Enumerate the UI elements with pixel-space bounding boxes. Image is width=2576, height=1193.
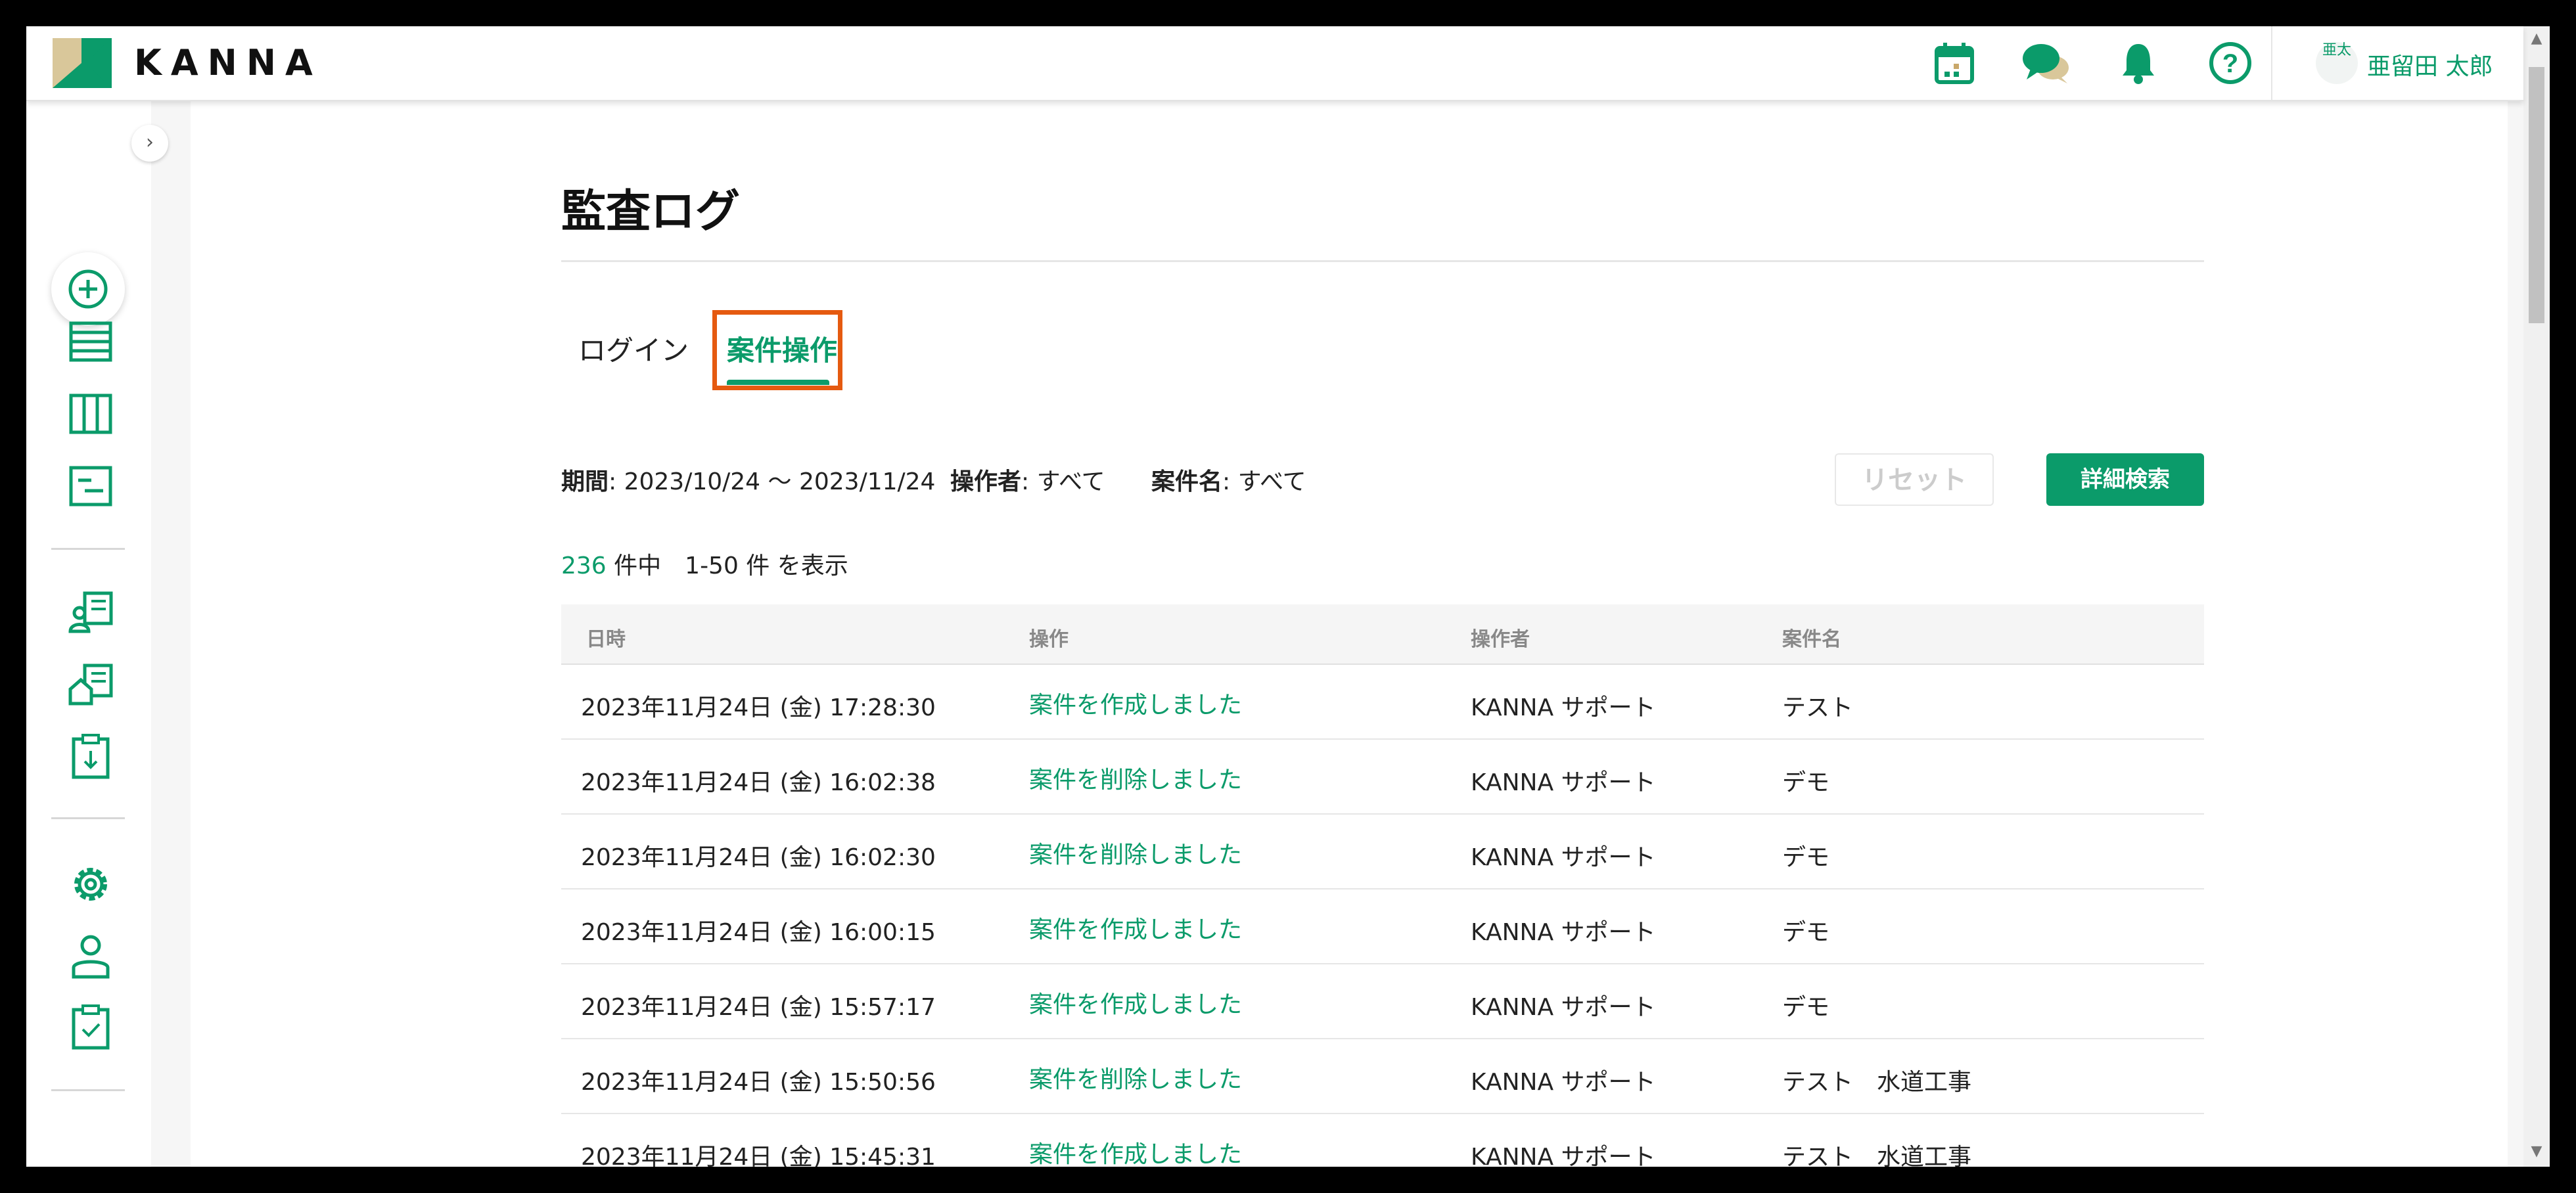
scroll-up-icon[interactable]: ▲: [2523, 30, 2550, 47]
cell-datetime: 2023年11月24日 (金) 17:28:30: [581, 694, 936, 721]
cell-project: デモ: [1782, 844, 1830, 871]
header-divider: [2271, 26, 2272, 100]
gear-icon[interactable]: [62, 855, 120, 913]
help-icon[interactable]: ?: [2205, 38, 2255, 88]
brand-name: KANNA: [134, 42, 322, 83]
columns-icon[interactable]: [62, 385, 120, 443]
active-tab-indicator: [727, 380, 829, 385]
table-row: 2023年11月24日 (金) 15:50:56 案件を削除しました KANNA…: [561, 1039, 2204, 1114]
column-header-project: 案件名: [1782, 628, 1841, 651]
project-label: 案件名: [1151, 468, 1223, 495]
reset-button[interactable]: リセット: [1835, 453, 1994, 506]
tab-project-operations[interactable]: 案件操作: [727, 328, 837, 369]
result-range: 件中 1-50 件 を表示: [606, 552, 848, 579]
svg-text:?: ?: [2222, 49, 2238, 78]
result-total: 236: [561, 552, 607, 579]
sidebar-divider: [51, 548, 125, 550]
cell-operator: KANNA サポート: [1471, 919, 1656, 946]
result-count: 236 件中 1-50 件 を表示: [561, 547, 848, 581]
operator-value: : すべて: [1021, 468, 1105, 495]
project-filter: 案件名: すべて: [1151, 462, 1306, 497]
operator-filter: 操作者: すべて: [950, 462, 1105, 497]
column-header-datetime: 日時: [586, 628, 626, 651]
cell-datetime: 2023年11月24日 (金) 16:02:38: [581, 769, 936, 796]
cell-operator: KANNA サポート: [1471, 994, 1656, 1021]
user-name[interactable]: 亜留田 太郎: [2367, 47, 2493, 81]
cell-operator: KANNA サポート: [1471, 844, 1656, 871]
sidebar-toggle-button[interactable]: ›: [131, 125, 168, 162]
vertical-scrollbar[interactable]: ▲ ▼: [2523, 26, 2550, 1167]
scrollbar-thumb[interactable]: [2529, 67, 2544, 323]
table-row: 2023年11月24日 (金) 16:02:38 案件を削除しました KANNA…: [561, 740, 2204, 815]
cell-project: テスト 水道工事: [1782, 1069, 1972, 1096]
top-header: KANNA ? 亜太 亜留田 太郎: [26, 26, 2523, 101]
calendar-icon[interactable]: [1929, 38, 1979, 88]
cell-datetime: 2023年11月24日 (金) 15:57:17: [581, 994, 936, 1021]
list-icon[interactable]: [62, 313, 120, 371]
chat-icon[interactable]: [2021, 38, 2071, 88]
cell-operator: KANNA サポート: [1471, 769, 1656, 796]
period-label: 期間: [561, 468, 609, 495]
cell-operation-link[interactable]: 案件を作成しました: [1029, 985, 1242, 1020]
cell-operation-link[interactable]: 案件を作成しました: [1029, 911, 1242, 945]
advanced-search-button[interactable]: 詳細検索: [2046, 453, 2204, 506]
cell-datetime: 2023年11月24日 (金) 16:02:30: [581, 844, 936, 871]
title-divider: [561, 260, 2204, 262]
sidebar: [26, 101, 151, 1167]
kanna-logo[interactable]: [53, 38, 112, 88]
table-row: 2023年11月24日 (金) 16:00:15 案件を作成しました KANNA…: [561, 889, 2204, 964]
operator-label: 操作者: [950, 468, 1022, 495]
house-doc-icon[interactable]: [62, 656, 120, 713]
project-value: : すべて: [1222, 468, 1306, 495]
table-row: 2023年11月24日 (金) 15:45:31 案件を作成しました KANNA…: [561, 1114, 2204, 1167]
person-doc-icon[interactable]: [62, 583, 120, 641]
user-icon[interactable]: [62, 928, 120, 985]
table-header: 日時 操作 操作者 案件名: [561, 604, 2204, 665]
cell-operation-link[interactable]: 案件を作成しました: [1029, 1135, 1242, 1167]
avatar[interactable]: 亜太: [2316, 42, 2358, 84]
clipboard-check-icon[interactable]: [62, 999, 120, 1056]
sidebar-divider: [51, 817, 125, 819]
table-row: 2023年11月24日 (金) 17:28:30 案件を作成しました KANNA…: [561, 665, 2204, 740]
cell-operator: KANNA サポート: [1471, 694, 1656, 721]
cell-project: テスト: [1782, 694, 1854, 721]
scroll-down-icon[interactable]: ▼: [2523, 1143, 2550, 1159]
period-value: : 2023/10/24 〜 2023/11/24: [609, 468, 936, 495]
audit-log-table: 日時 操作 操作者 案件名 2023年11月24日 (金) 17:28:30 案…: [561, 604, 2204, 1167]
cell-project: デモ: [1782, 769, 1830, 796]
app-window: KANNA ? 亜太 亜留田 太郎 › 監査ログ ログイン 案件操作 期間: 2…: [26, 26, 2550, 1167]
table-row: 2023年11月24日 (金) 16:02:30 案件を削除しました KANNA…: [561, 815, 2204, 889]
cell-operation-link[interactable]: 案件を削除しました: [1029, 761, 1242, 795]
tab-login[interactable]: ログイン: [578, 328, 689, 369]
cell-operation-link[interactable]: 案件を作成しました: [1029, 686, 1242, 720]
cell-datetime: 2023年11月24日 (金) 16:00:15: [581, 919, 936, 946]
period-filter: 期間: 2023/10/24 〜 2023/11/24: [561, 462, 935, 497]
plus-circle-icon: [68, 269, 108, 309]
clipboard-download-icon[interactable]: [62, 728, 120, 786]
cell-operator: KANNA サポート: [1471, 1069, 1656, 1096]
sidebar-divider: [51, 1089, 125, 1091]
cell-operation-link[interactable]: 案件を削除しました: [1029, 836, 1242, 870]
table-row: 2023年11月24日 (金) 15:57:17 案件を作成しました KANNA…: [561, 964, 2204, 1039]
bell-icon[interactable]: [2113, 38, 2163, 88]
cell-project: デモ: [1782, 919, 1830, 946]
cell-operator: KANNA サポート: [1471, 1144, 1656, 1167]
column-header-operator: 操作者: [1471, 628, 1530, 651]
column-header-operation: 操作: [1029, 628, 1069, 651]
cell-datetime: 2023年11月24日 (金) 15:50:56: [581, 1069, 936, 1096]
cell-operation-link[interactable]: 案件を削除しました: [1029, 1060, 1242, 1094]
card-icon[interactable]: [62, 457, 120, 515]
cell-datetime: 2023年11月24日 (金) 15:45:31: [581, 1144, 936, 1167]
cell-project: デモ: [1782, 994, 1830, 1021]
page-title: 監査ログ: [561, 186, 741, 238]
cell-project: テスト 水道工事: [1782, 1144, 1972, 1167]
